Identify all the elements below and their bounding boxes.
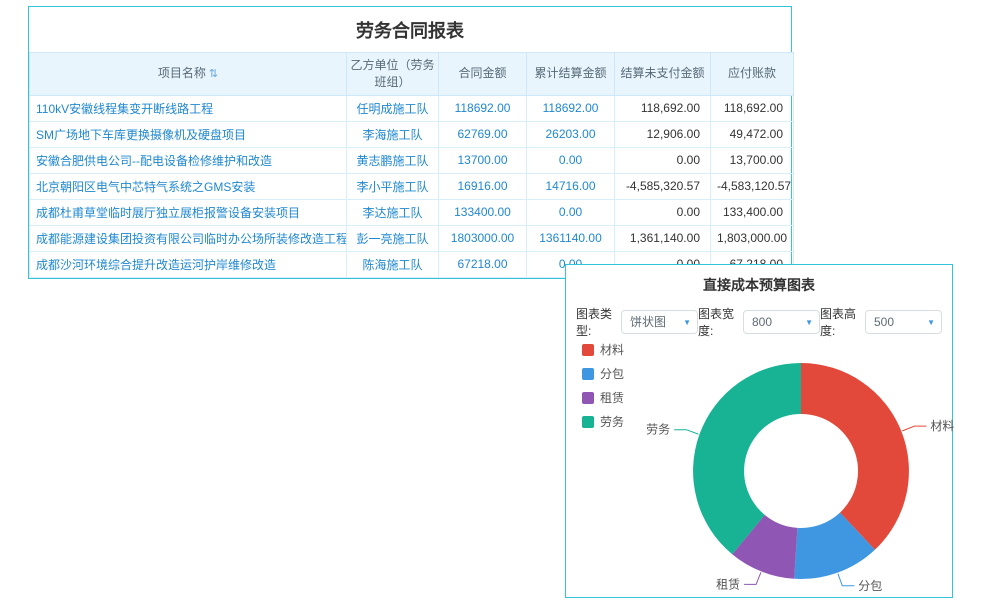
payable-amount-cell: 133,400.00 xyxy=(711,199,794,225)
unpaid-amount-cell: 1,361,140.00 xyxy=(615,225,711,251)
column-header-1: 项目名称⇅ xyxy=(30,53,347,96)
report-title: 劳务合同报表 xyxy=(29,7,791,52)
legend-item-3[interactable]: 租赁 xyxy=(582,389,624,406)
chart-panel-title: 直接成本预算图表 xyxy=(566,275,952,295)
sort-icon[interactable]: ⇅ xyxy=(209,68,218,80)
column-label: 累计结算金额 xyxy=(534,66,606,80)
labor-contract-report-card: 劳务合同报表 项目名称⇅乙方单位（劳务班组）合同金额累计结算金额结算未支付金额应… xyxy=(28,6,792,279)
payable-amount-cell: 118,692.00 xyxy=(711,95,794,121)
project-cell[interactable]: 成都沙河环境综合提升改造运河护岸维修改造 xyxy=(30,251,347,277)
settled-amount-cell: 0.00 xyxy=(527,147,615,173)
project-cell[interactable]: 北京朝阳区电气中芯特气系统之GMS安装 xyxy=(30,173,347,199)
payable-amount-cell: 1,803,000.00 xyxy=(711,225,794,251)
pie-label-line xyxy=(902,426,926,431)
pie-label: 分包 xyxy=(858,579,882,593)
table-row: 成都杜甫草堂临时展厅独立展柜报警设备安装项目李达施工队133400.000.00… xyxy=(30,199,794,225)
contract-amount-cell: 62769.00 xyxy=(439,121,527,147)
column-header-3: 合同金额 xyxy=(439,53,527,96)
unpaid-amount-cell: -4,585,320.57 xyxy=(615,173,711,199)
pie-label-line xyxy=(744,572,761,584)
labor-contract-table: 项目名称⇅乙方单位（劳务班组）合同金额累计结算金额结算未支付金额应付账款 110… xyxy=(29,52,794,278)
chart-legend: 材料分包租赁劳务 xyxy=(582,341,624,437)
project-cell[interactable]: 110kV安徽线程集变开断线路工程 xyxy=(30,95,347,121)
pie-label: 劳务 xyxy=(646,422,670,437)
legend-swatch xyxy=(582,368,594,380)
donut-chart: 材料分包租赁劳务 xyxy=(566,313,954,599)
pie-label: 材料 xyxy=(930,419,954,433)
column-header-5: 结算未支付金额 xyxy=(615,53,711,96)
unit-cell: 李小平施工队 xyxy=(347,173,439,199)
contract-amount-cell: 67218.00 xyxy=(439,251,527,277)
table-row: SM广场地下车库更换摄像机及硬盘项目李海施工队62769.0026203.001… xyxy=(30,121,794,147)
unit-cell: 黄志鹏施工队 xyxy=(347,147,439,173)
legend-item-2[interactable]: 分包 xyxy=(582,365,624,382)
column-header-4: 累计结算金额 xyxy=(527,53,615,96)
unit-cell: 陈海施工队 xyxy=(347,251,439,277)
legend-label: 租赁 xyxy=(600,389,624,406)
unit-cell: 任明成施工队 xyxy=(347,95,439,121)
pie-slice-1[interactable] xyxy=(801,363,909,550)
pie-label-line xyxy=(838,574,854,586)
column-header-2: 乙方单位（劳务班组） xyxy=(347,53,439,96)
table-header: 项目名称⇅乙方单位（劳务班组）合同金额累计结算金额结算未支付金额应付账款 xyxy=(30,53,794,96)
legend-swatch xyxy=(582,344,594,356)
legend-label: 劳务 xyxy=(600,413,624,430)
pie-slice-4[interactable] xyxy=(693,363,801,554)
legend-swatch xyxy=(582,416,594,428)
project-cell[interactable]: SM广场地下车库更换摄像机及硬盘项目 xyxy=(30,121,347,147)
table-row: 北京朝阳区电气中芯特气系统之GMS安装李小平施工队16916.0014716.0… xyxy=(30,173,794,199)
column-label: 项目名称 xyxy=(158,66,206,80)
payable-amount-cell: -4,583,120.57 xyxy=(711,173,794,199)
unpaid-amount-cell: 0.00 xyxy=(615,199,711,225)
column-label: 乙方单位（劳务班组） xyxy=(350,58,434,89)
legend-label: 材料 xyxy=(600,341,624,358)
unit-cell: 彭一亮施工队 xyxy=(347,225,439,251)
settled-amount-cell: 26203.00 xyxy=(527,121,615,147)
unit-cell: 李达施工队 xyxy=(347,199,439,225)
payable-amount-cell: 13,700.00 xyxy=(711,147,794,173)
column-header-6: 应付账款 xyxy=(711,53,794,96)
project-cell[interactable]: 成都杜甫草堂临时展厅独立展柜报警设备安装项目 xyxy=(30,199,347,225)
pie-label: 租赁 xyxy=(716,577,740,591)
contract-amount-cell: 118692.00 xyxy=(439,95,527,121)
unpaid-amount-cell: 0.00 xyxy=(615,147,711,173)
legend-label: 分包 xyxy=(600,365,624,382)
column-label: 应付账款 xyxy=(728,66,776,80)
contract-amount-cell: 13700.00 xyxy=(439,147,527,173)
unit-cell: 李海施工队 xyxy=(347,121,439,147)
contract-amount-cell: 133400.00 xyxy=(439,199,527,225)
table-row: 成都能源建设集团投资有限公司临时办公场所装修改造工程EPC彭一亮施工队18030… xyxy=(30,225,794,251)
table-row: 110kV安徽线程集变开断线路工程任明成施工队118692.00118692.0… xyxy=(30,95,794,121)
legend-item-4[interactable]: 劳务 xyxy=(582,413,624,430)
project-cell[interactable]: 成都能源建设集团投资有限公司临时办公场所装修改造工程EPC xyxy=(30,225,347,251)
settled-amount-cell: 118692.00 xyxy=(527,95,615,121)
contract-amount-cell: 16916.00 xyxy=(439,173,527,199)
contract-amount-cell: 1803000.00 xyxy=(439,225,527,251)
settled-amount-cell: 1361140.00 xyxy=(527,225,615,251)
project-cell[interactable]: 安徽合肥供电公司--配电设备检修维护和改造 xyxy=(30,147,347,173)
column-label: 合同金额 xyxy=(458,66,506,80)
payable-amount-cell: 49,472.00 xyxy=(711,121,794,147)
unpaid-amount-cell: 12,906.00 xyxy=(615,121,711,147)
cost-budget-chart-panel: 直接成本预算图表 图表类型: 饼状图▼图表宽度: 800▼图表高度: 500▼ … xyxy=(565,264,953,598)
column-label: 结算未支付金额 xyxy=(620,66,704,80)
unpaid-amount-cell: 118,692.00 xyxy=(615,95,711,121)
settled-amount-cell: 0.00 xyxy=(527,199,615,225)
table-row: 安徽合肥供电公司--配电设备检修维护和改造黄志鹏施工队13700.000.000… xyxy=(30,147,794,173)
pie-label-line xyxy=(674,430,698,434)
legend-item-1[interactable]: 材料 xyxy=(582,341,624,358)
settled-amount-cell: 14716.00 xyxy=(527,173,615,199)
legend-swatch xyxy=(582,392,594,404)
